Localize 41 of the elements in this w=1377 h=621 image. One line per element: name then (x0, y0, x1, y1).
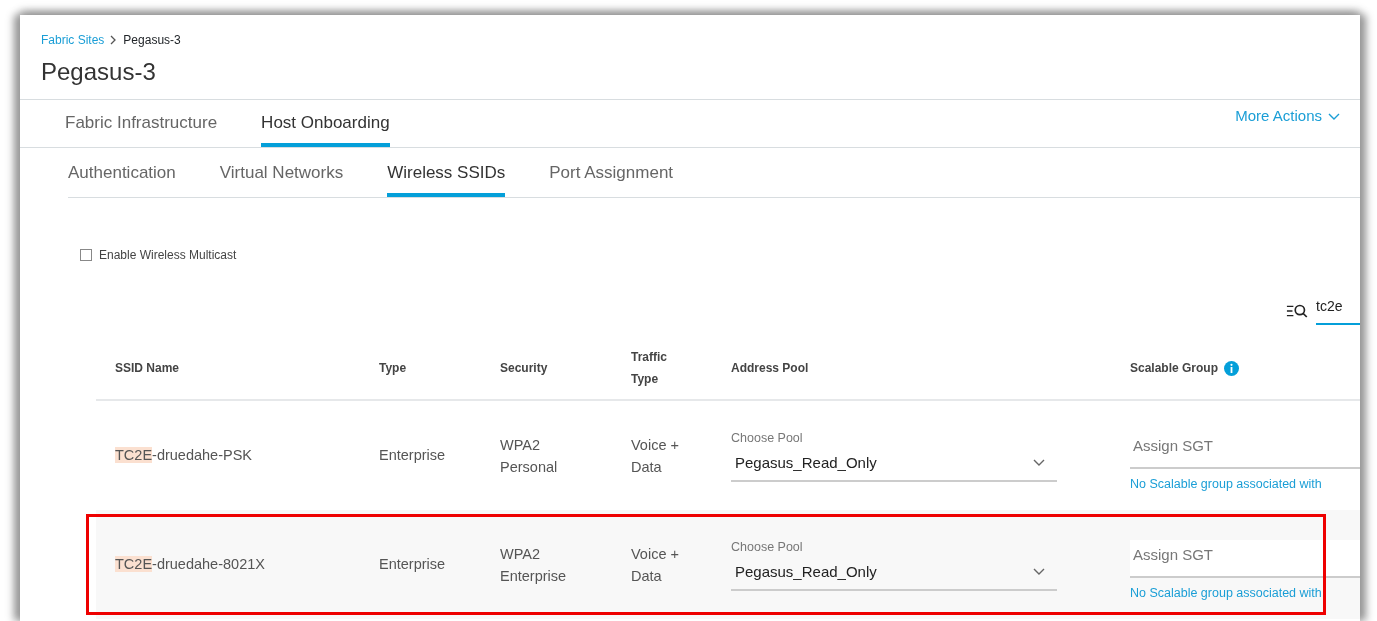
table-cell-text: Enterprise (379, 445, 446, 465)
column-header: Traffic Type (631, 349, 668, 388)
more-actions-button[interactable]: More Actions (1235, 100, 1340, 147)
tab[interactable]: Virtual Networks (219, 148, 344, 197)
chevron-down-icon (1033, 458, 1045, 467)
helper-text: No Scalable group associated with (1130, 476, 1322, 494)
checkbox-label: Enable Wireless Multicast (99, 247, 237, 264)
column-header: Type (379, 360, 407, 377)
column-header: Address Pool (731, 360, 809, 377)
breadcrumb-item: Pegasus-3 (123, 32, 181, 49)
tab[interactable]: Port Assignment (549, 148, 674, 197)
tab[interactable]: Wireless SSIDs (387, 148, 506, 197)
search-field[interactable]: tc2e (1316, 296, 1360, 325)
table-cell-text: Voice + Data (631, 435, 680, 477)
ssid-name: TC2E-druedahe-8021X (115, 554, 265, 574)
chevron-right-icon (110, 35, 118, 45)
table-cell-text: WPA2 Enterprise (500, 544, 568, 586)
filter-search-icon (1286, 302, 1310, 319)
ssid-name: TC2E-druedahe-PSK (115, 445, 253, 465)
tab[interactable]: Host Onboarding (261, 100, 390, 147)
table-cell-text: Enterprise (379, 554, 446, 574)
checkbox[interactable] (80, 249, 92, 261)
tab[interactable]: Fabric Infrastructure (65, 100, 218, 147)
pool-dropdown[interactable]: Pegasus_Read_Only (731, 447, 1057, 483)
chevron-down-icon (1033, 567, 1045, 576)
pool-dropdown[interactable]: Pegasus_Read_Only (731, 556, 1057, 592)
table-cell-text: WPA2 Personal (500, 435, 559, 477)
page-title: Pegasus-3 (40, 57, 157, 87)
table-cell-text: Voice + Data (631, 544, 680, 586)
column-header: Scalable Group (1130, 359, 1240, 377)
sgt-field[interactable]: Assign SGT (1130, 430, 1360, 470)
field-label: Choose Pool (731, 538, 803, 556)
field-label: Choose Pool (731, 429, 803, 447)
sgt-field[interactable]: Assign SGT (1130, 539, 1360, 579)
helper-text: No Scalable group associated with (1130, 585, 1322, 603)
column-header: SSID Name (115, 360, 180, 377)
column-header: Security (500, 360, 548, 377)
breadcrumb-item[interactable]: Fabric Sites (41, 31, 105, 49)
info-icon[interactable] (1224, 360, 1240, 376)
chevron-down-icon (1328, 112, 1340, 121)
tab[interactable]: Authentication (68, 148, 176, 197)
